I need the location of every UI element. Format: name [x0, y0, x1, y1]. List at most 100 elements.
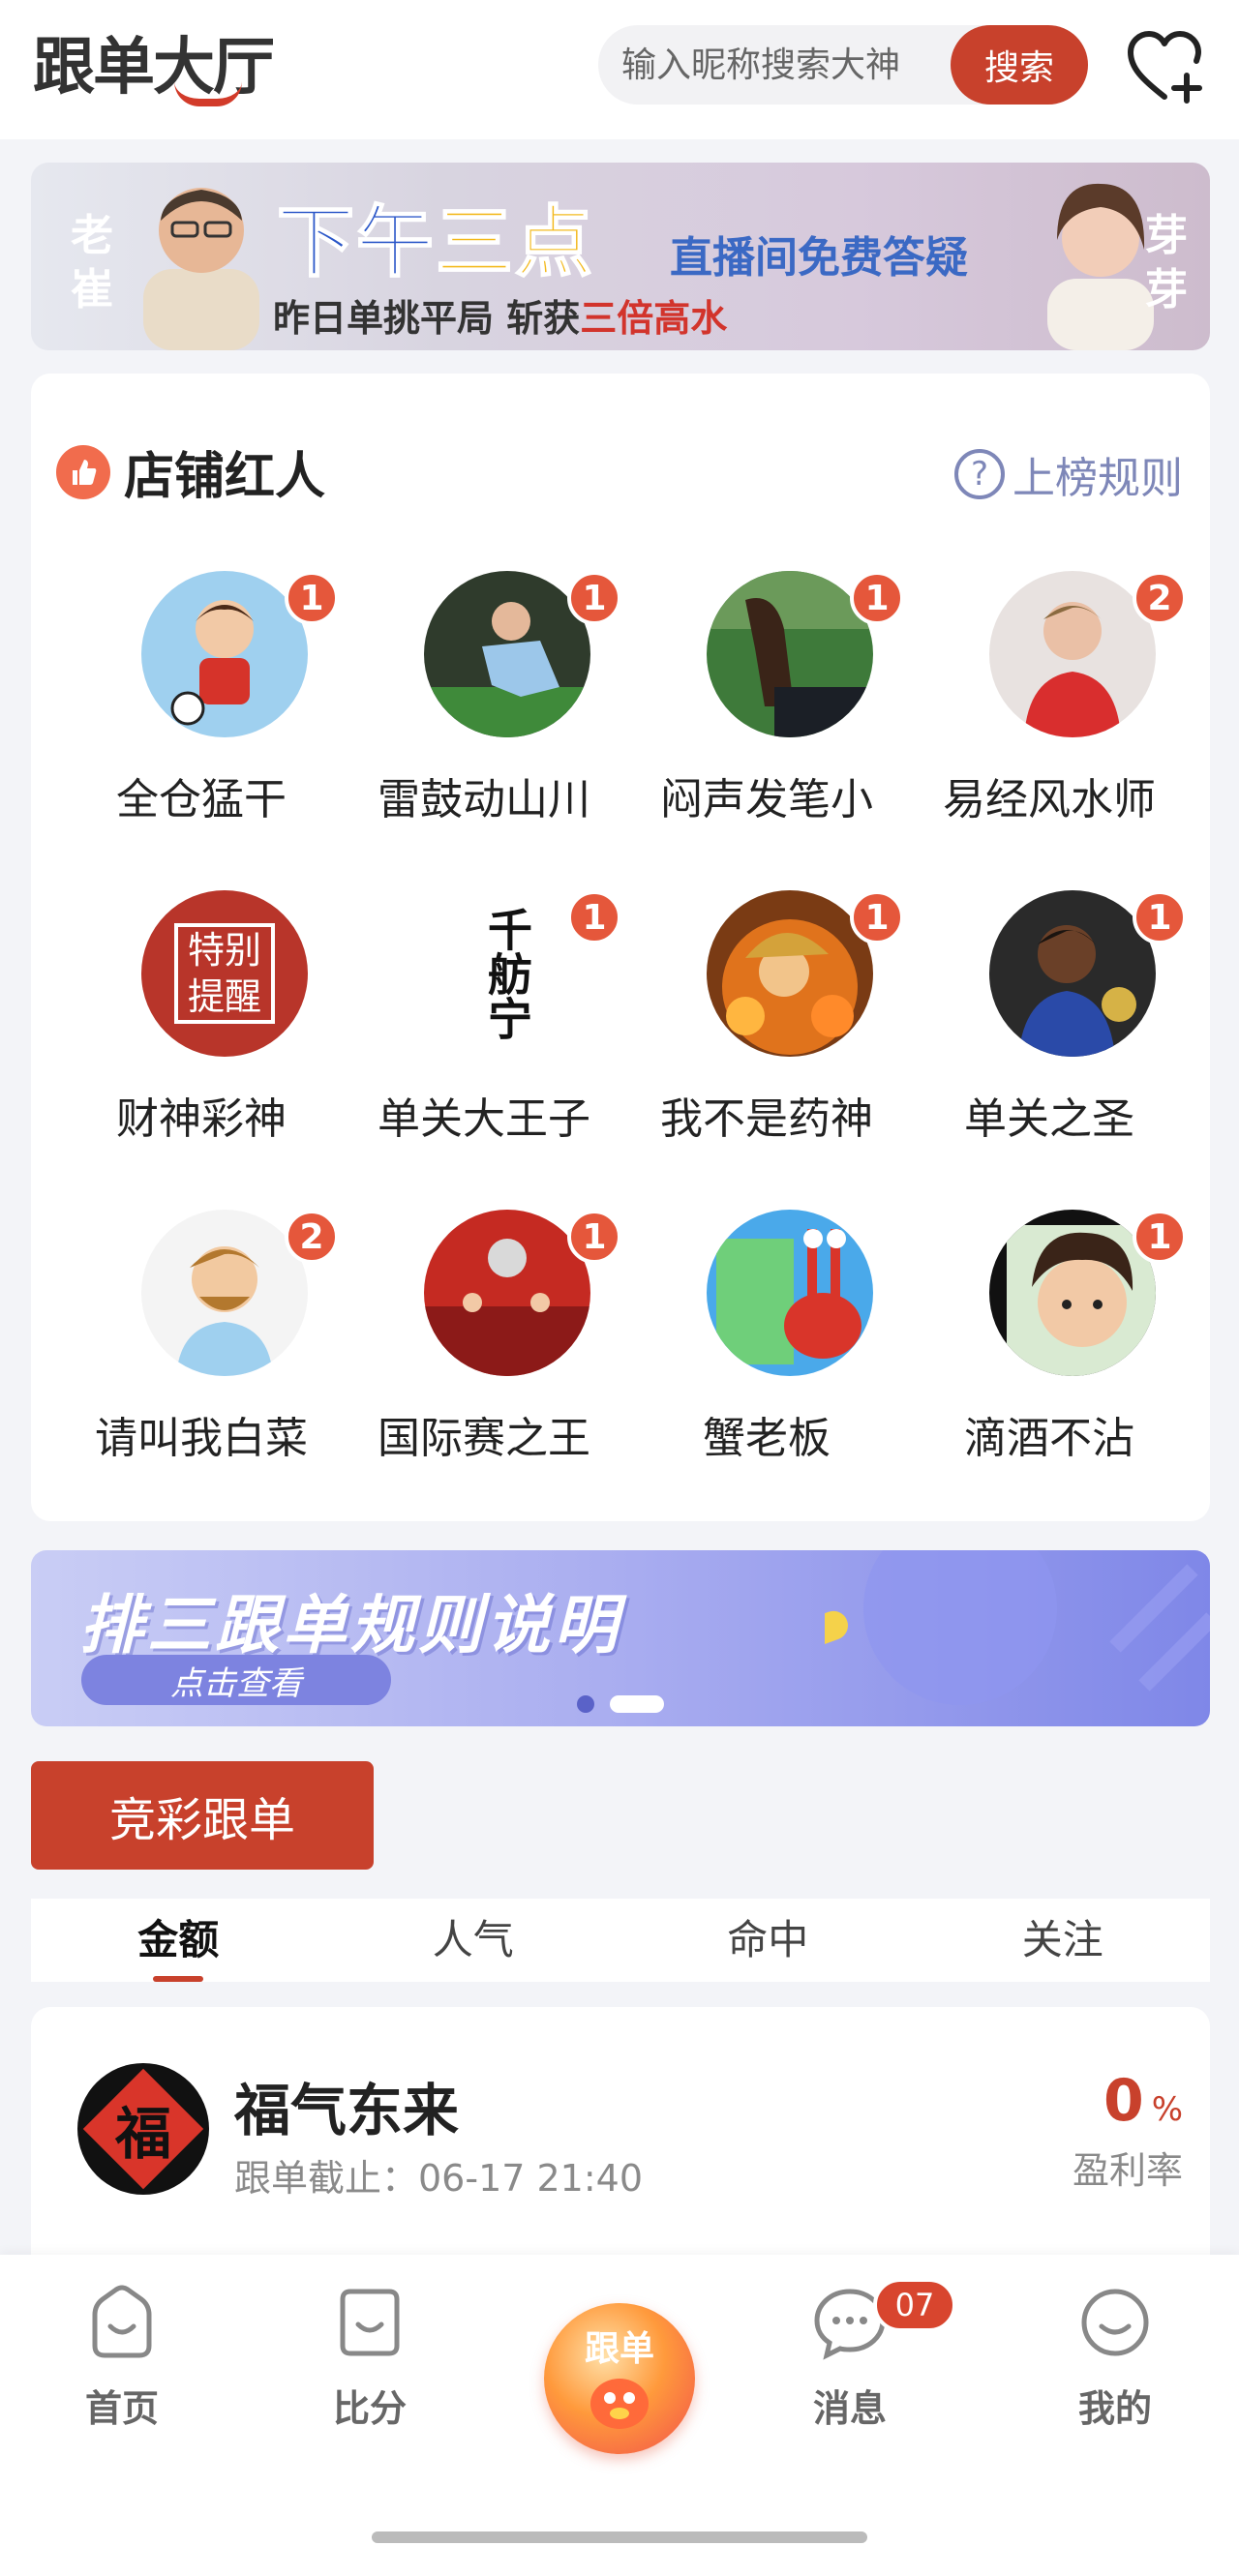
store-influencers-panel: 店铺红人 ? 上榜规则 1 全仓猛干 1 雷鼓动山川 1 闷声发笔小 2 易经风… — [31, 374, 1210, 1521]
search-button[interactable]: 搜索 — [951, 25, 1088, 105]
avatar — [707, 571, 873, 737]
rank-badge: 1 — [567, 571, 621, 625]
rank-badge: 1 — [1133, 1210, 1187, 1264]
ranking-rules-label: 上榜规则 — [1012, 454, 1183, 503]
banner-title-part2: 三点 — [435, 196, 594, 288]
avatar — [424, 571, 590, 737]
influencer-item[interactable]: 2 请叫我白菜 — [60, 1210, 343, 1500]
home-indicator[interactable] — [372, 2531, 867, 2543]
influencer-name: 国际赛之王 — [378, 1414, 590, 1463]
avatar: 特别提醒 — [141, 890, 308, 1057]
avatar — [989, 1210, 1156, 1376]
influencer-item[interactable]: 1 雷鼓动山川 — [343, 571, 625, 861]
avatar — [141, 571, 308, 737]
ranking-rules-link[interactable]: ? 上榜规则 — [954, 443, 1183, 505]
nav-home-label: 首页 — [84, 2387, 159, 2430]
bottom-tab-bar: 首页 比分 跟单 消息 07 我的 — [0, 2255, 1239, 2576]
rank-badge: 1 — [285, 571, 339, 625]
avatar — [141, 1210, 308, 1376]
view-details-button[interactable]: 点击查看 — [81, 1655, 391, 1705]
influencer-item[interactable]: 1 闷声发笔小 — [625, 571, 908, 861]
nav-home[interactable]: 首页 — [25, 2282, 219, 2432]
influencer-item[interactable]: 1 滴酒不沾 — [908, 1210, 1191, 1500]
profile-icon — [1081, 2289, 1149, 2356]
banner-title-part1: 下午 — [276, 196, 436, 288]
avatar — [707, 1210, 873, 1376]
avatar-text: 千舫宁 — [481, 907, 533, 1040]
tab-popularity[interactable]: 人气 — [326, 1899, 621, 1982]
live-promo-banner[interactable]: 老崔 下午三点 直播间免费答疑 昨日单挑平局 斩获三倍高水 芽芽 — [31, 163, 1210, 350]
banner-subtitle: 直播间免费答疑 — [670, 233, 968, 283]
influencer-name: 请叫我白菜 — [95, 1414, 308, 1463]
list-item[interactable]: 福 福气东来 跟单截止：06-17 21:40 0% 盈利率 — [31, 2007, 1210, 2259]
nav-score-label: 比分 — [332, 2387, 407, 2430]
influencer-item[interactable]: 1 单关之圣 — [908, 890, 1191, 1181]
tab-hit-rate[interactable]: 命中 — [620, 1899, 916, 1982]
avatar: 福 — [77, 2063, 209, 2195]
tab-following[interactable]: 关注 — [916, 1899, 1211, 1982]
panel-header: 店铺红人 — [56, 435, 325, 508]
influencer-name: 财神彩神 — [116, 1094, 287, 1144]
avatar — [424, 1210, 590, 1376]
tab-amount[interactable]: 金额 — [31, 1899, 326, 1982]
carousel-dot-active[interactable] — [610, 1695, 664, 1713]
rank-badge: 1 — [567, 1210, 621, 1264]
influencer-item[interactable]: 1 全仓猛干 — [60, 571, 343, 861]
follow-mascot-icon — [590, 2379, 649, 2429]
nav-score[interactable]: 比分 — [273, 2282, 467, 2432]
avatar — [989, 571, 1156, 737]
profit-rate-label: 盈利率 — [1072, 2149, 1183, 2192]
carousel-dot[interactable] — [577, 1695, 594, 1713]
influencer-name: 我不是药神 — [660, 1094, 873, 1144]
influencer-name: 易经风水师 — [943, 775, 1156, 824]
heart-plus-icon[interactable] — [1123, 25, 1206, 108]
profit-rate-unit: % — [1151, 2090, 1183, 2129]
banner-right-host-name: 芽芽 — [1145, 211, 1188, 315]
influencer-name: 单关之圣 — [964, 1094, 1134, 1144]
list-item-deadline: 跟单截止：06-17 21:40 — [234, 2157, 644, 2200]
influencer-item[interactable]: 1 国际赛之王 — [343, 1210, 625, 1500]
unread-count-badge: 07 — [873, 2278, 956, 2332]
search-bar[interactable]: 搜索 — [598, 25, 1088, 105]
rank-badge: 2 — [1133, 571, 1187, 625]
rank-badge: 2 — [285, 1210, 339, 1264]
influencer-item[interactable]: 蟹老板 — [625, 1210, 908, 1500]
rules-explanation-banner[interactable]: 排三跟单规则说明 点击查看 — [31, 1550, 1210, 1726]
profit-rate: 0% 盈利率 — [1073, 2067, 1183, 2194]
nav-profile-label: 我的 — [1077, 2387, 1152, 2430]
influencer-item[interactable]: 1 我不是药神 — [625, 890, 908, 1181]
nav-profile[interactable]: 我的 — [1018, 2282, 1212, 2432]
influencer-item[interactable]: 特别提醒 财神彩神 — [60, 890, 343, 1181]
avatar-text: 福 — [114, 2101, 171, 2167]
avatar: 千舫宁 — [424, 890, 590, 1057]
avatar — [989, 890, 1156, 1057]
nav-messages[interactable]: 消息 07 — [753, 2278, 956, 2432]
banner-magnifier-decoration — [825, 1550, 1210, 1705]
sort-tabs: 金额 人气 命中 关注 — [31, 1899, 1210, 1982]
host-portrait-left — [143, 188, 259, 350]
banner-caption: 昨日单挑平局 斩获三倍高水 — [273, 288, 727, 342]
banner-caption-text: 昨日单挑平局 斩获 — [273, 297, 581, 340]
rank-badge: 1 — [850, 571, 904, 625]
influencer-name: 蟹老板 — [703, 1414, 831, 1463]
influencer-item[interactable]: 2 易经风水师 — [908, 571, 1191, 861]
avatar — [707, 890, 873, 1057]
nav-follow[interactable]: 跟单 — [544, 2303, 695, 2454]
rank-badge: 1 — [850, 890, 904, 944]
influencer-name: 雷鼓动山川 — [378, 775, 590, 824]
list-item-name: 福气东来 — [234, 2078, 460, 2143]
influencer-item[interactable]: 千舫宁 1 单关大王子 — [343, 890, 625, 1181]
influencer-name: 单关大王子 — [378, 1094, 590, 1144]
banner-caption-highlight: 三倍高水 — [580, 297, 728, 340]
panel-title: 店铺红人 — [124, 448, 326, 506]
banner-title: 下午三点 — [276, 180, 594, 292]
rank-badge: 1 — [1133, 890, 1187, 944]
nav-messages-label: 消息 — [812, 2387, 887, 2430]
question-icon: ? — [954, 449, 1005, 499]
avatar-text: 特别提醒 — [174, 923, 275, 1024]
thumbs-up-icon — [56, 444, 110, 499]
jingcai-follow-button[interactable]: 竞彩跟单 — [31, 1761, 374, 1870]
influencer-name: 全仓猛干 — [116, 775, 287, 824]
home-icon — [92, 2285, 152, 2358]
search-input[interactable] — [621, 25, 912, 105]
